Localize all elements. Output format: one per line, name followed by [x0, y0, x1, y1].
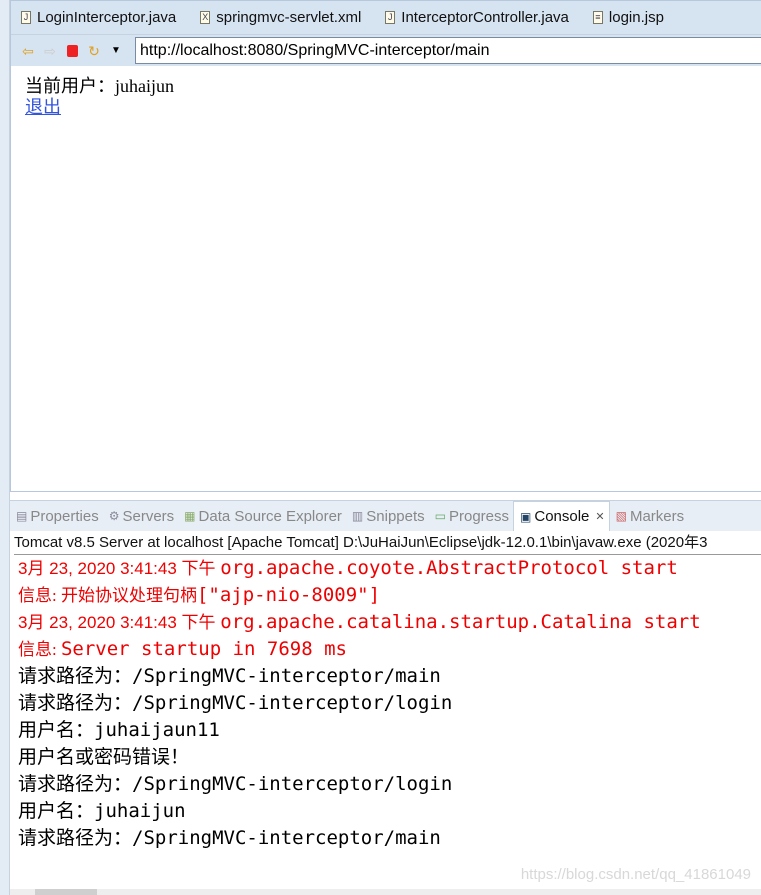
tab-snippets[interactable]: ▥ Snippets: [346, 501, 429, 531]
console-line: 3月 23, 2020 3:41:43 下午 org.apache.coyote…: [18, 557, 678, 579]
scrollbar-thumb[interactable]: [35, 889, 97, 895]
tab-properties[interactable]: ▤ Properties: [10, 501, 103, 531]
watermark: https://blog.csdn.net/qq_41861049: [520, 866, 751, 883]
editor-tab[interactable]: ≡ login.jsp: [583, 9, 678, 26]
servers-icon: ⚙: [108, 509, 120, 523]
editor-tab[interactable]: J LoginInterceptor.java: [11, 9, 190, 26]
back-icon[interactable]: ⇦: [19, 43, 37, 59]
logout-link[interactable]: 退出: [25, 97, 747, 118]
java-file-icon: J: [385, 11, 396, 24]
editor-tabs: J LoginInterceptor.java Xspringmvc-servle…: [11, 1, 761, 34]
left-panel-edge: [0, 0, 10, 895]
console-line: 用户名：juhaijun: [18, 800, 186, 822]
close-icon[interactable]: ✕: [595, 510, 604, 523]
editor-tab[interactable]: Xspringmvc-servlet.xml: [190, 9, 375, 26]
refresh-icon[interactable]: ↻: [85, 43, 103, 59]
console-title: Tomcat v8.5 Server at localhost [Apache …: [14, 533, 761, 555]
console-icon: ▣: [520, 509, 532, 524]
progress-icon: ▭: [434, 509, 446, 523]
console-line: 用户名或密码错误！: [18, 747, 190, 768]
xml-file-icon: X: [200, 11, 211, 24]
editor-area: J LoginInterceptor.java Xspringmvc-servle…: [10, 0, 761, 492]
tab-console[interactable]: ▣ Console ✕: [513, 501, 610, 531]
stop-icon[interactable]: [63, 43, 81, 59]
current-user-text: 当前用户：juhaijun: [25, 76, 174, 96]
database-icon: ▦: [184, 509, 196, 523]
console-line: 信息: 开始协议处理句柄["ajp-nio-8009"]: [18, 584, 381, 606]
console-output[interactable]: 3月 23, 2020 3:41:43 下午 org.apache.coyote…: [18, 555, 761, 852]
forward-icon[interactable]: ⇨: [41, 43, 59, 59]
tab-servers[interactable]: ⚙ Servers: [103, 501, 178, 531]
tab-markers[interactable]: ▧ Markers: [610, 501, 689, 531]
console-line: 请求路径为：/SpringMVC-interceptor/main: [18, 665, 441, 687]
console-line: 3月 23, 2020 3:41:43 下午 org.apache.catali…: [18, 611, 701, 633]
browser-page: 当前用户：juhaijun 退出: [11, 66, 761, 128]
console-line: 信息: Server startup in 7698 ms: [18, 638, 347, 660]
markers-icon: ▧: [615, 509, 627, 523]
browser-toolbar: ⇦ ⇨ ↻ ▼ http://localhost:8080/SpringMVC-…: [11, 34, 761, 66]
horizontal-scrollbar[interactable]: [10, 889, 761, 895]
view-tabs: ▤ Properties ⚙ Servers ▦ Data Source Explor…: [10, 500, 761, 531]
console-line: 请求路径为：/SpringMVC-interceptor/main: [18, 827, 441, 849]
editor-tab[interactable]: J InterceptorController.java: [375, 9, 583, 26]
console-line: 用户名：juhaijaun11: [18, 719, 220, 741]
console-line: 请求路径为：/SpringMVC-interceptor/login: [18, 692, 453, 714]
properties-icon: ▤: [16, 509, 28, 523]
chevron-down-icon[interactable]: ▼: [107, 43, 125, 59]
jsp-file-icon: ≡: [592, 11, 603, 24]
console-line: 请求路径为：/SpringMVC-interceptor/login: [18, 773, 453, 795]
tab-progress[interactable]: ▭ Progress: [429, 501, 513, 531]
snippets-icon: ▥: [351, 509, 364, 523]
tab-data-source-explorer[interactable]: ▦ Data Source Explorer: [178, 501, 346, 531]
url-input[interactable]: http://localhost:8080/SpringMVC-intercep…: [135, 37, 761, 64]
java-file-icon: J: [21, 11, 31, 24]
